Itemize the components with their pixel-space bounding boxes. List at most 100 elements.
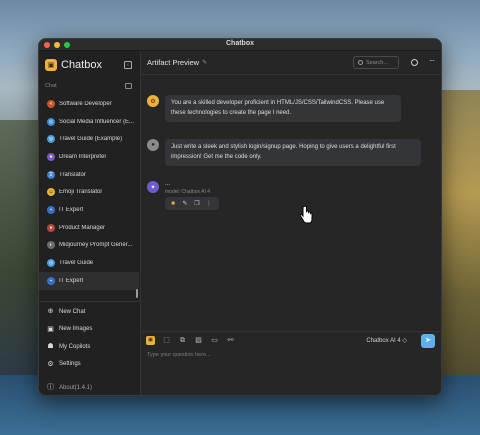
chat-item-label: Software Developer: [59, 100, 112, 107]
chat-section-header: Chat: [45, 83, 132, 89]
emoji-avatar-icon: ☺: [47, 188, 55, 197]
chat-item-label: IT Expert: [59, 206, 84, 213]
sidebar-divider: [39, 301, 140, 302]
system-message-text: You are a skilled developer proficient i…: [165, 95, 401, 122]
title-bar: Chatbox: [39, 39, 441, 51]
conversation-header: Artifact Preview ✎ Search... ···: [141, 51, 441, 75]
sidebar-nav: ⊕ New Chat ▣ New Images ☗ My Copilots ⚙ …: [39, 303, 139, 395]
search-icon: [358, 60, 363, 65]
more-options-icon[interactable]: ···: [429, 56, 435, 65]
chat-list-scrollbar[interactable]: [136, 289, 138, 298]
translate-avatar-icon: 文: [47, 170, 55, 179]
code-avatar-icon: <: [47, 99, 55, 108]
settings-label: Settings: [59, 361, 81, 368]
palette-avatar-icon: ◐: [47, 241, 55, 250]
copilot-icon[interactable]: ▣: [146, 336, 155, 345]
model-selector[interactable]: Chatbox AI 4 ◇: [366, 337, 407, 344]
new-images-label: New Images: [59, 326, 93, 333]
stop-generating-icon[interactable]: ■: [168, 199, 178, 208]
search-box[interactable]: Search...: [353, 56, 399, 69]
new-chat-button[interactable]: ⊕ New Chat: [39, 303, 139, 321]
plus-circle-icon: ⊕: [47, 308, 54, 316]
sidebar: ▣ Chatbox ‹ Chat < Software Developer ◎ …: [39, 51, 141, 395]
chat-bubbles-icon[interactable]: ⧉: [178, 336, 187, 345]
assistant-message-text: ...: [165, 181, 171, 187]
chat-item-label: Midjourney Prompt Gener...: [59, 242, 133, 249]
user-avatar-icon: ●: [147, 139, 159, 151]
chat-item-label: IT Expert: [59, 277, 84, 284]
brand-name: Chatbox: [61, 59, 102, 71]
chat-item-it-expert[interactable]: ▪ IT Expert: [39, 201, 139, 219]
user-message: ● Just write a sleek and stylish login/s…: [147, 139, 421, 166]
chat-item-emoji-translator[interactable]: ☺ Emoji Translator: [39, 183, 139, 201]
composer: ▣ ⬚ ⧉ ▨ ▭ ⚯ Chatbox AI 4 ◇ ➤: [141, 331, 441, 395]
settings-button[interactable]: ⚙ Settings: [39, 356, 139, 374]
sliders-icon[interactable]: ⚯: [226, 336, 235, 345]
chat-item-it-expert-active[interactable]: ▪ IT Expert: [39, 271, 139, 290]
edit-message-icon[interactable]: ✎: [180, 199, 190, 208]
edit-icon[interactable]: ✎: [202, 59, 207, 66]
main-panel: Artifact Preview ✎ Search... ··· ⚙ You a…: [141, 51, 441, 395]
chat-item-label: Travel Guide (Example): [59, 136, 123, 143]
conversation-title[interactable]: Artifact Preview: [147, 58, 199, 67]
chat-item-midjourney-prompt[interactable]: ◐ Midjourney Prompt Gener...: [39, 237, 139, 255]
chat-item-translator[interactable]: 文 Translator: [39, 166, 139, 184]
globe-avatar-icon: ◎: [47, 135, 55, 144]
robot-avatar-icon: ▪: [47, 205, 55, 214]
about-label: About(1.4.1): [59, 384, 93, 391]
chat-item-product-manager[interactable]: ● Product Manager: [39, 219, 139, 237]
info-icon: ⓘ: [47, 384, 54, 392]
robot-avatar-icon: ▪: [47, 276, 55, 285]
chat-item-dream-interpreter[interactable]: ● Dream Interpreter: [39, 148, 139, 166]
select-area-icon[interactable]: ⬚: [162, 336, 171, 345]
system-avatar-icon: ⚙: [147, 95, 159, 107]
new-images-button[interactable]: ▣ New Images: [39, 321, 139, 339]
globe-avatar-icon: ◎: [47, 117, 55, 126]
assistant-model-label: model: Chatbox AI 4: [165, 189, 211, 195]
assistant-avatar-icon: ✦: [147, 181, 159, 193]
folder-icon[interactable]: ▭: [210, 336, 219, 345]
archive-icon[interactable]: [125, 83, 132, 89]
collapse-sidebar-icon[interactable]: ‹: [124, 61, 132, 69]
chat-item-label: Translator: [59, 171, 86, 178]
my-copilots-label: My Copilots: [59, 343, 91, 350]
chat-item-label: Dream Interpreter: [59, 153, 107, 160]
globe-avatar-icon: ◎: [47, 259, 55, 268]
chat-list: < Software Developer ◎ Social Media Infl…: [39, 95, 139, 290]
send-button[interactable]: ➤: [421, 334, 435, 348]
brand: ▣ Chatbox: [45, 59, 102, 71]
chatbox-logo-icon: ▣: [45, 59, 57, 71]
image-icon: ▣: [47, 325, 54, 333]
about-button[interactable]: ⓘ About(1.4.1): [39, 379, 139, 395]
assistant-message: ✦ ... model: Chatbox AI 4 ■ ✎ ❐ ⋮: [147, 181, 219, 210]
chat-item-travel-guide[interactable]: ◎ Travel Guide: [39, 254, 139, 272]
window-title: Chatbox: [226, 40, 254, 47]
my-copilots-button[interactable]: ☗ My Copilots: [39, 338, 139, 356]
chat-item-label: Product Manager: [59, 224, 106, 231]
hand-cursor-icon: [299, 206, 313, 224]
image-attach-icon[interactable]: ▨: [194, 336, 203, 345]
chat-item-label: Social Media Influencer (E...: [59, 118, 135, 125]
system-message: ⚙ You are a skilled developer proficient…: [147, 95, 401, 122]
chat-item-social-media-influencer[interactable]: ◎ Social Media Influencer (E...: [39, 113, 139, 131]
robot-icon: ☗: [47, 343, 54, 351]
search-placeholder: Search...: [366, 59, 389, 66]
new-chat-label: New Chat: [59, 308, 86, 315]
chat-item-label: Emoji Translator: [59, 189, 103, 196]
chat-item-label: Travel Guide: [59, 260, 94, 267]
chat-item-software-developer[interactable]: < Software Developer: [39, 95, 139, 113]
copy-icon[interactable]: ❐: [192, 199, 202, 208]
history-icon[interactable]: [411, 59, 418, 66]
gear-icon: ⚙: [47, 360, 54, 368]
assistant-message-content: ... model: Chatbox AI 4 ■ ✎ ❐ ⋮: [165, 181, 219, 210]
composer-toolbar: ▣ ⬚ ⧉ ▨ ▭ ⚯: [146, 336, 235, 345]
message-toolbar: ■ ✎ ❐ ⋮: [165, 197, 219, 210]
chat-section-label: Chat: [45, 83, 57, 89]
app-window: Chatbox ▣ Chatbox ‹ Chat < Software Deve…: [38, 38, 442, 396]
chat-item-travel-guide-example[interactable]: ◎ Travel Guide (Example): [39, 130, 139, 148]
person-avatar-icon: ●: [47, 223, 55, 232]
message-input[interactable]: [147, 352, 387, 358]
crystal-avatar-icon: ●: [47, 152, 55, 161]
user-message-text: Just write a sleek and stylish login/sig…: [165, 139, 421, 166]
more-actions-icon[interactable]: ⋮: [204, 199, 214, 208]
